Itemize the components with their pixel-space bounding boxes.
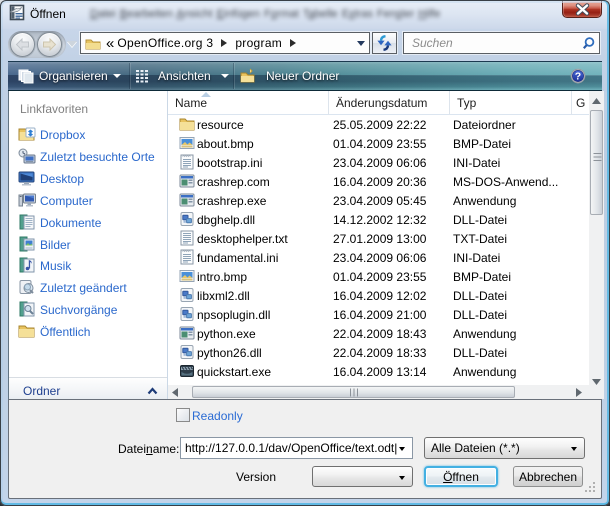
- svg-text:?: ?: [575, 71, 581, 83]
